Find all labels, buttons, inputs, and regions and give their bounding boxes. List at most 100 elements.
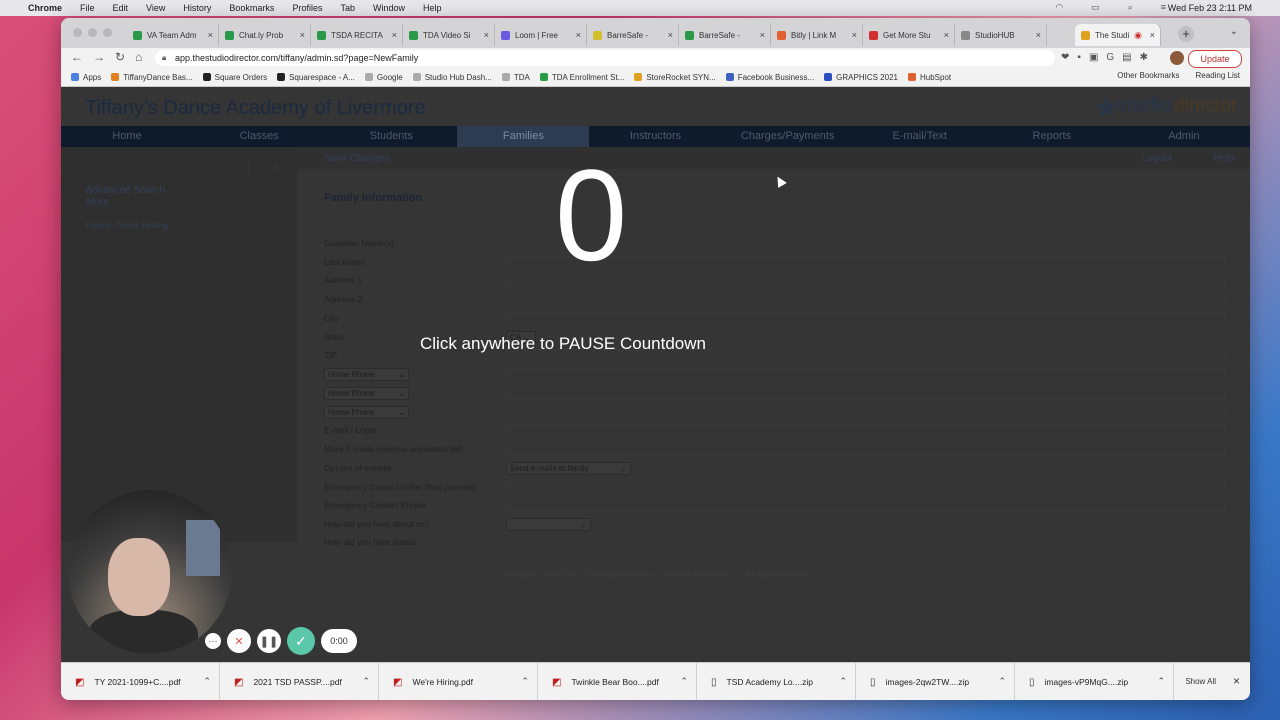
phone2-input[interactable]: [506, 387, 1226, 400]
menu-history[interactable]: History: [183, 3, 211, 13]
bookmark-item[interactable]: TiffanyDance Bas...: [111, 73, 193, 82]
minimize-window-button[interactable]: [88, 28, 97, 37]
logout-link[interactable]: Logout: [1141, 153, 1172, 164]
forward-button[interactable]: →: [93, 50, 105, 64]
menu-edit[interactable]: Edit: [113, 3, 129, 13]
chevron-up-icon[interactable]: ⌃: [362, 676, 370, 687]
tab-10-active[interactable]: The Studi ◉ ×: [1075, 24, 1161, 46]
menu-view[interactable]: View: [146, 3, 165, 13]
tab-1[interactable]: Chat.ly Prob ×: [219, 24, 311, 46]
bookmark-item[interactable]: GRAPHICS 2021: [824, 73, 898, 82]
family-search-input[interactable]: ⌕: [86, 159, 280, 177]
pause-countdown-message[interactable]: Click anywhere to PAUSE Countdown: [420, 334, 706, 354]
help-link[interactable]: Help: [1213, 153, 1234, 164]
optout-select[interactable]: Send e-mails to family ⌄: [506, 462, 631, 475]
tab-9[interactable]: StudioHUB ×: [955, 24, 1047, 46]
phone-type-select[interactable]: Home Phone ⌄: [324, 368, 409, 381]
close-icon[interactable]: ×: [484, 30, 489, 40]
close-icon[interactable]: ×: [1036, 30, 1041, 40]
nav-students[interactable]: Students: [325, 126, 457, 147]
close-icon[interactable]: ×: [760, 30, 765, 40]
download-item[interactable]: ▯ images-2qw2TW....zip ⌃: [856, 663, 1015, 700]
update-button[interactable]: Update: [1188, 50, 1242, 68]
extension-icon[interactable]: ▪: [1077, 52, 1081, 63]
profile-avatar[interactable]: [1170, 51, 1184, 65]
menu-window[interactable]: Window: [373, 3, 405, 13]
control-center-icon[interactable]: ≡: [1161, 2, 1166, 13]
nav-reports[interactable]: Reports: [986, 126, 1118, 147]
home-button[interactable]: ⌂: [135, 50, 142, 64]
bookmark-item[interactable]: TDA Enrollment St...: [539, 73, 624, 82]
extension-icon[interactable]: ▤: [1122, 52, 1131, 63]
extension-icon[interactable]: ❤: [1061, 52, 1069, 63]
close-icon[interactable]: ×: [300, 30, 305, 40]
bookmark-item[interactable]: HubSpot: [907, 73, 951, 82]
bookmark-item[interactable]: Squarespace - A...: [277, 73, 355, 82]
close-window-button[interactable]: [73, 28, 82, 37]
cancel-recording-button[interactable]: ✕: [227, 629, 251, 653]
menu-bookmarks[interactable]: Bookmarks: [229, 3, 274, 13]
bookmark-folder[interactable]: Studio Hub Dash...: [412, 73, 492, 82]
tab-3[interactable]: TDA Video Si ×: [403, 24, 495, 46]
download-item[interactable]: ◩ TY 2021-1099+C....pdf ⌃: [61, 663, 220, 700]
extension-icon[interactable]: G: [1106, 52, 1114, 63]
reload-button[interactable]: ↻: [115, 50, 125, 64]
close-icon[interactable]: ×: [668, 30, 673, 40]
emergency-phone-input[interactable]: [506, 499, 1226, 512]
search-icon[interactable]: ⌕: [1128, 2, 1133, 13]
chevron-up-icon[interactable]: ⌃: [680, 676, 688, 687]
close-icon[interactable]: ×: [852, 30, 857, 40]
close-icon[interactable]: ×: [392, 30, 397, 40]
bookmark-folder[interactable]: Google: [364, 73, 403, 82]
chevron-up-icon[interactable]: ⌃: [203, 676, 211, 687]
bookmark-item[interactable]: Facebook Business...: [725, 73, 814, 82]
phone3-input[interactable]: [506, 406, 1226, 419]
other-bookmarks[interactable]: Other Bookmarks: [1117, 71, 1179, 80]
nav-home[interactable]: Home: [61, 126, 193, 147]
phone-type-select[interactable]: Home Phone ⌄: [324, 387, 409, 400]
menubar-clock[interactable]: Wed Feb 23 2:11 PM: [1168, 3, 1252, 13]
phone1-input[interactable]: [506, 368, 1226, 381]
tab-search-icon[interactable]: ⌄: [1230, 26, 1238, 37]
bookmark-apps[interactable]: Apps: [71, 73, 101, 82]
menu-app-name[interactable]: Chrome: [28, 3, 62, 13]
tab-2[interactable]: TSDA RECITA ×: [311, 24, 403, 46]
menu-help[interactable]: Help: [423, 3, 442, 13]
email-login-input[interactable]: [506, 424, 1226, 437]
pause-recording-button[interactable]: ❚❚: [257, 629, 281, 653]
nav-charges-payments[interactable]: Charges/Payments: [722, 126, 854, 147]
close-icon[interactable]: ×: [1150, 30, 1155, 40]
chevron-up-icon[interactable]: ⌃: [1157, 676, 1165, 687]
bookmark-item[interactable]: StoreRocket SYN...: [634, 73, 716, 82]
advanced-search-link[interactable]: Advanced Search: [86, 185, 165, 196]
bookmark-folder[interactable]: TDA: [501, 73, 530, 82]
nav-admin[interactable]: Admin: [1118, 126, 1250, 147]
nav-email-text[interactable]: E-mail/Text: [854, 126, 986, 147]
lock-icon[interactable]: 🔒︎: [162, 50, 166, 66]
extension-icon[interactable]: ▣: [1089, 52, 1098, 63]
hear-about-select[interactable]: ⌄: [506, 518, 591, 531]
city-input[interactable]: [506, 312, 1226, 325]
tab-4[interactable]: Loom | Free ×: [495, 24, 587, 46]
family-link[interactable]: Family: Tester Testing: [86, 220, 168, 230]
countdown-number[interactable]: 0: [555, 150, 627, 280]
menu-tab[interactable]: Tab: [340, 3, 355, 13]
bookmark-item[interactable]: Square Orders: [202, 73, 267, 82]
finish-recording-button[interactable]: ✓: [287, 627, 315, 655]
back-button[interactable]: ←: [71, 50, 83, 64]
reading-list[interactable]: Reading List: [1196, 71, 1240, 80]
new-tab-button[interactable]: +: [1178, 26, 1194, 42]
address-bar[interactable]: 🔒︎ app.thestudiodirector.com/tiffany/adm…: [155, 50, 1055, 66]
tab-8[interactable]: Get More Stu ×: [863, 24, 955, 46]
tab-6[interactable]: BarreSafe - ×: [679, 24, 771, 46]
download-item[interactable]: ▯ images-vP9MqG....zip ⌃: [1015, 663, 1174, 700]
show-all-downloads-button[interactable]: Show All: [1185, 677, 1216, 686]
tab-7[interactable]: Bitly | Link M ×: [771, 24, 863, 46]
download-item[interactable]: ◩ Twinkle Bear Boo....pdf ⌃: [538, 663, 697, 700]
nav-classes[interactable]: Classes: [193, 126, 325, 147]
chevron-up-icon[interactable]: ⌃: [839, 676, 847, 687]
chevron-up-icon[interactable]: ⌃: [998, 676, 1006, 687]
phone-type-select[interactable]: Home Phone ⌄: [324, 406, 409, 419]
menu-file[interactable]: File: [80, 3, 95, 13]
download-item[interactable]: ◩ We're Hiring.pdf ⌃: [379, 663, 538, 700]
